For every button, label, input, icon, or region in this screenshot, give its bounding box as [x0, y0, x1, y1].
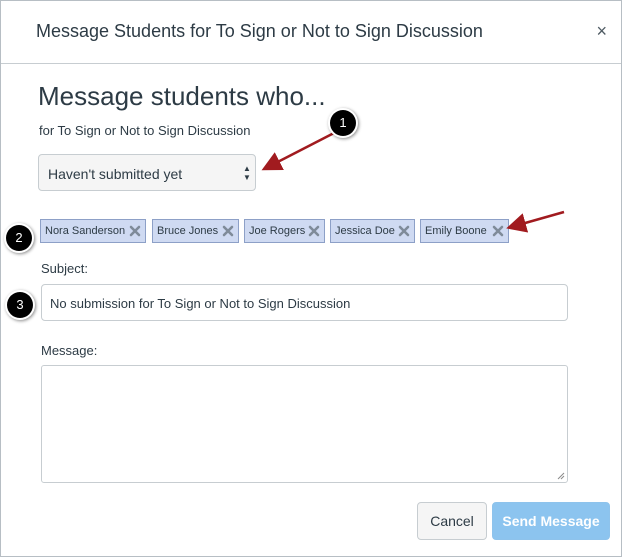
callout-2: 2	[6, 225, 32, 251]
callout-3: 3	[7, 292, 33, 318]
arrow-to-token	[506, 210, 565, 233]
arrow-to-select	[261, 131, 335, 171]
callout-1: 1	[330, 110, 356, 136]
annotation-arrows	[261, 131, 565, 233]
